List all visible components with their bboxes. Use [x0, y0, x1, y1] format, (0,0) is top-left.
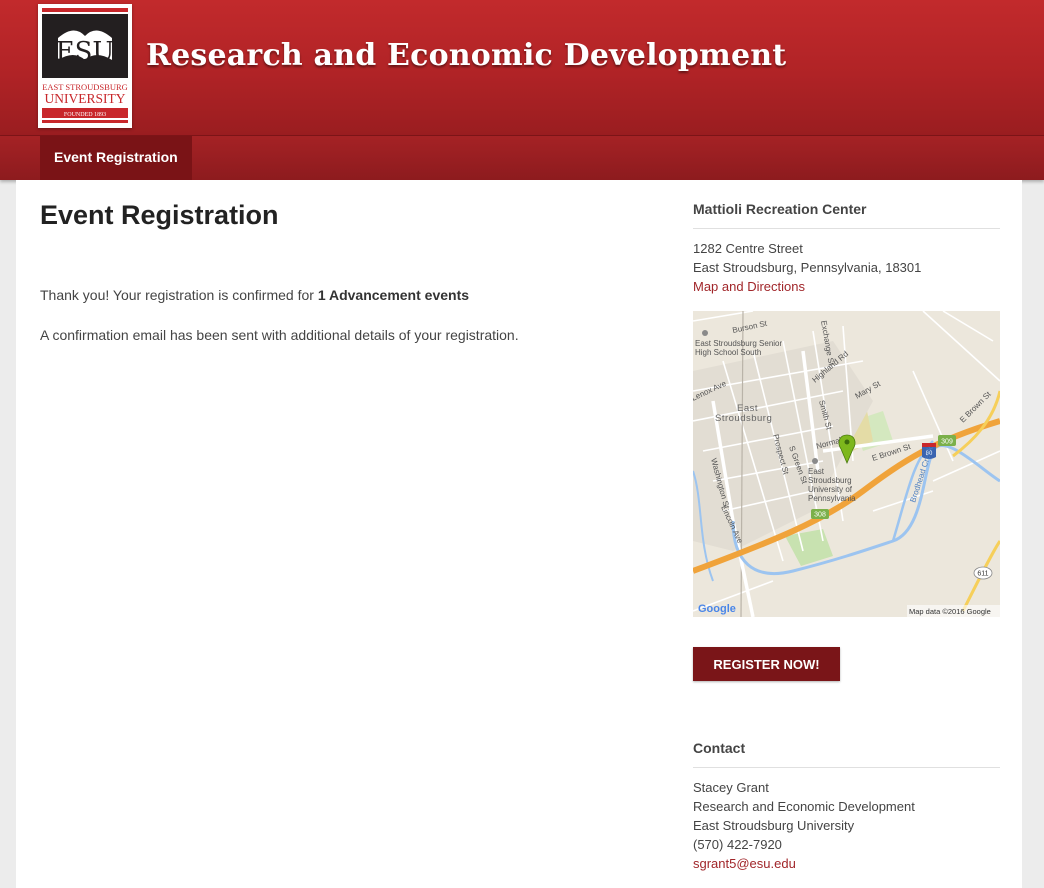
school-icon — [702, 330, 708, 336]
nav-item-event-registration[interactable]: Event Registration — [40, 136, 192, 180]
map-label-school-2: High School South — [695, 348, 761, 357]
contact-heading: Contact — [693, 740, 1000, 768]
logo-initials: ESU — [56, 37, 115, 67]
page-title: Event Registration — [40, 200, 279, 230]
content-panel: Event Registration Thank you! Your regis… — [16, 180, 1022, 888]
confirmation-message: Thank you! Your registration is confirme… — [40, 287, 469, 303]
map-label-univ-1: East — [808, 467, 825, 476]
google-logo: Google — [698, 603, 736, 615]
register-now-button[interactable]: REGISTER NOW! — [693, 647, 840, 681]
map-graphic: 309 80 308 611 Burson St Exchange St Eas… — [693, 311, 1000, 617]
location-map[interactable]: 309 80 308 611 Burson St Exchange St Eas… — [693, 311, 1000, 617]
map-label-univ-3: University of — [808, 485, 853, 494]
main-nav: Event Registration — [0, 136, 1044, 180]
contact-organization: East Stroudsburg University — [693, 818, 855, 833]
map-label-school-1: East Stroudsburg Senior — [695, 339, 782, 348]
map-label-univ-2: Stroudsburg — [808, 476, 852, 485]
contact-email-link[interactable]: sgrant5@esu.edu — [693, 856, 796, 871]
university-icon — [812, 458, 818, 464]
location-city: East Stroudsburg, Pennsylvania, 18301 — [693, 260, 922, 275]
confirmation-text: Thank you! Your registration is confirme… — [40, 287, 318, 303]
contact-phone: (570) 422-7920 — [693, 837, 782, 852]
esu-logo-graphic: ESU EAST STROUDSBURG UNIVERSITY FOUNDED … — [42, 8, 128, 123]
route-308-label: 308 — [814, 512, 826, 519]
map-label-univ-4: Pennsylvania — [808, 494, 856, 503]
route-611-label: 611 — [977, 571, 988, 578]
contact-department: Research and Economic Development — [693, 799, 915, 814]
location-street: 1282 Centre Street — [693, 241, 803, 256]
location-heading: Mattioli Recreation Center — [693, 201, 1000, 229]
route-309-label: 309 — [941, 439, 953, 446]
logo-founded: FOUNDED 1893 — [64, 112, 106, 118]
logo-line2: UNIVERSITY — [45, 91, 126, 106]
site-header: ESU EAST STROUDSBURG UNIVERSITY FOUNDED … — [0, 0, 1044, 136]
map-attribution: Map data ©2016 Google — [909, 607, 991, 616]
esu-logo[interactable]: ESU EAST STROUDSBURG UNIVERSITY FOUNDED … — [38, 4, 132, 128]
site-title[interactable]: Research and Economic Development — [146, 38, 786, 73]
map-label-town-2: Stroudsburg — [715, 413, 772, 424]
map-directions-link[interactable]: Map and Directions — [693, 279, 805, 294]
email-note: A confirmation email has been sent with … — [40, 327, 519, 343]
confirmation-count: 1 Advancement events — [317, 287, 470, 303]
contact-name: Stacey Grant — [693, 780, 769, 795]
